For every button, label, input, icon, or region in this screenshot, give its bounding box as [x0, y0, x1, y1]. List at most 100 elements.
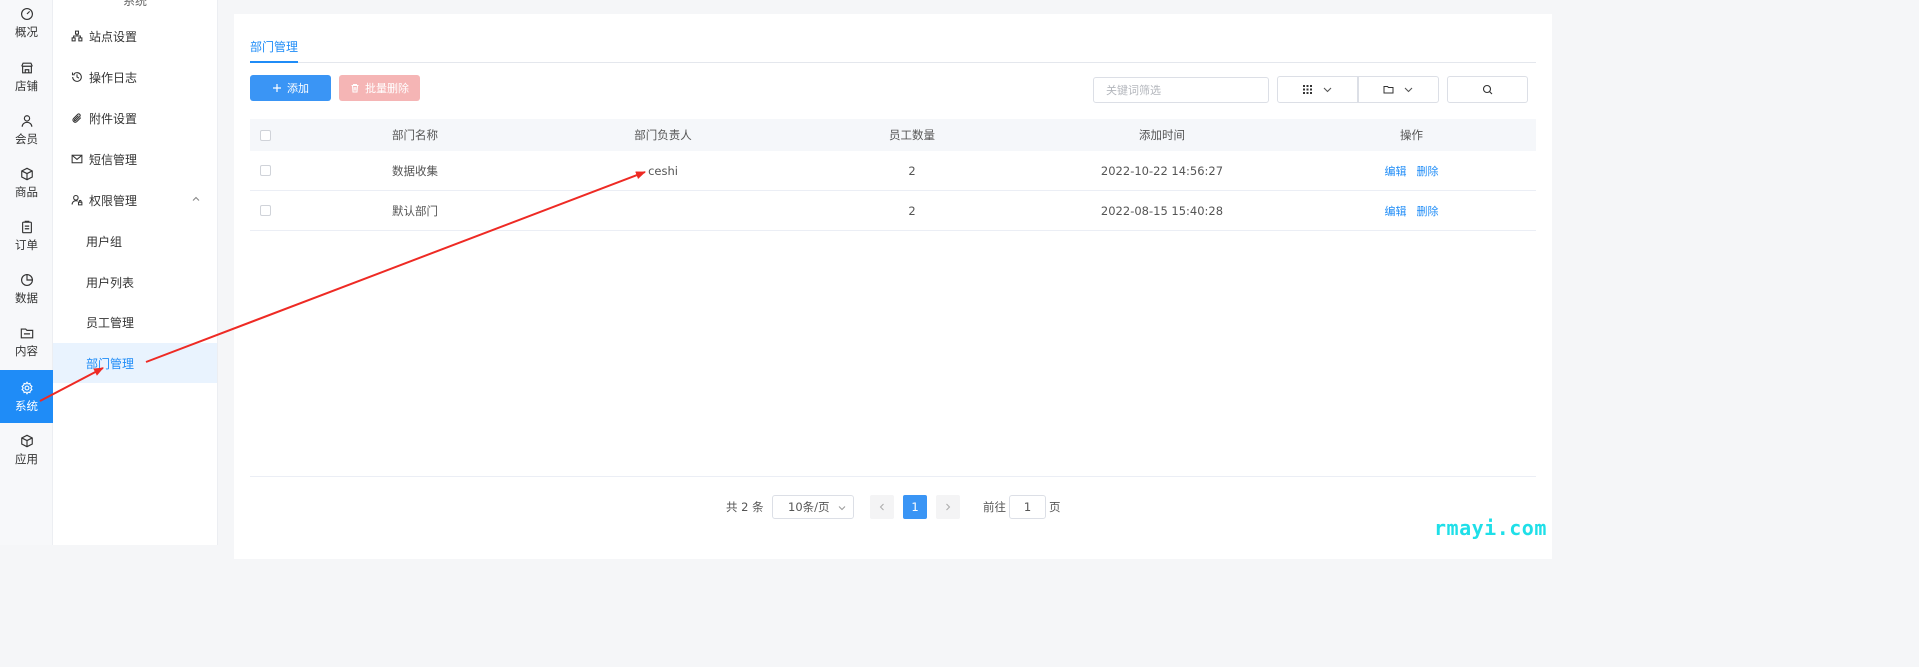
- delete-link[interactable]: 删除: [1417, 203, 1439, 219]
- edit-link[interactable]: 编辑: [1385, 163, 1407, 179]
- clipboard-icon: [21, 220, 32, 233]
- added-time-cell: 2022-08-15 15:40:28: [1100, 203, 1224, 218]
- row-checkbox-cell: [250, 151, 280, 190]
- tab-department-management[interactable]: 部门管理: [250, 38, 299, 63]
- page-size-select[interactable]: 10条/页: [772, 495, 854, 519]
- header-checkbox-cell: [250, 119, 280, 151]
- submenu-item-permission-management[interactable]: 权限管理: [53, 180, 217, 220]
- submenu-item-label: 附件设置: [89, 111, 138, 126]
- chevron-down-icon: [1404, 87, 1413, 93]
- row-checkbox-cell: [250, 191, 280, 230]
- row-checkbox[interactable]: [259, 205, 271, 216]
- box-icon: [20, 167, 33, 180]
- user-lock-icon: [71, 194, 83, 206]
- chevron-right-icon: [946, 503, 951, 511]
- folder-icon: [1383, 86, 1394, 94]
- search-button[interactable]: [1447, 76, 1528, 103]
- rail-item-label: 系统: [15, 398, 38, 413]
- add-button[interactable]: 添加: [250, 75, 331, 101]
- rail-item-label: 会员: [15, 131, 38, 146]
- grid-icon: [1303, 85, 1312, 94]
- export-button[interactable]: [1358, 76, 1439, 103]
- folder-icon: [20, 327, 33, 338]
- gear-icon: [20, 380, 33, 395]
- submenu-item-staff-management[interactable]: 员工管理: [53, 302, 217, 342]
- trash-icon: [351, 84, 359, 93]
- rail-item-label: 商品: [15, 184, 38, 199]
- submenu-item-operation-log[interactable]: 操作日志: [53, 57, 217, 97]
- table-row: 数据收集 ceshi 2 2022-10-22 14:56:27 编辑 删除: [250, 151, 1536, 191]
- column-header: 部门名称: [392, 128, 438, 142]
- column-toggle-button[interactable]: [1277, 76, 1358, 103]
- submenu-item-label: 操作日志: [89, 70, 138, 85]
- rail-item-label: 内容: [15, 343, 38, 358]
- rail-item-app[interactable]: 应用: [0, 423, 53, 476]
- batch-delete-label: 批量删除: [365, 82, 409, 95]
- select-all-checkbox[interactable]: [259, 129, 271, 141]
- pagination-total: 共 2 条: [726, 500, 764, 514]
- submenu-item-site-settings[interactable]: 站点设置: [53, 16, 217, 56]
- rail-item-system[interactable]: 系统: [0, 370, 53, 423]
- submenu-item-user-group[interactable]: 用户组: [53, 221, 217, 261]
- actions-cell: 编辑 删除: [1287, 151, 1536, 190]
- submenu-item-label: 用户列表: [86, 275, 135, 290]
- rail-item-content[interactable]: 内容: [0, 315, 53, 368]
- submenu-item-attachment-settings[interactable]: 附件设置: [53, 98, 217, 138]
- add-button-label: 添加: [287, 82, 309, 95]
- rail-item-order[interactable]: 订单: [0, 209, 53, 262]
- system-submenu: 系统 站点设置 操作日志 附件设置 短信管理 权限管理 用户组 用户列表 员工管…: [53, 0, 218, 545]
- staff-count-cell: 2: [908, 203, 916, 218]
- goto-prefix: 前往: [983, 500, 1006, 514]
- rail-item-label: 店铺: [15, 78, 38, 93]
- department-leader-cell: ceshi: [648, 163, 678, 178]
- search-icon: [1482, 84, 1493, 95]
- goto-page-input[interactable]: [1009, 495, 1046, 519]
- page-size-value: 10条/页: [788, 500, 830, 514]
- edit-link[interactable]: 编辑: [1385, 203, 1407, 219]
- batch-delete-button[interactable]: 批量删除: [339, 75, 420, 101]
- rail-item-member[interactable]: 会员: [0, 103, 53, 156]
- submenu-item-department-management[interactable]: 部门管理: [53, 343, 217, 383]
- submenu-item-label: 用户组: [86, 234, 123, 249]
- content-card: 部门管理 添加 批量删除 部门名称 部门负责人 员工数量 添加时间 操作 数据收: [234, 14, 1552, 559]
- rail-item-store[interactable]: 店铺: [0, 50, 53, 103]
- submenu-item-sms-management[interactable]: 短信管理: [53, 139, 217, 179]
- staff-count-cell: 2: [908, 163, 916, 178]
- column-header: 部门负责人: [634, 128, 692, 142]
- prev-page-button[interactable]: [870, 495, 894, 519]
- row-checkbox[interactable]: [259, 165, 271, 176]
- column-header: 添加时间: [1139, 128, 1185, 142]
- user-icon: [21, 114, 32, 127]
- chevron-up-icon: [192, 196, 200, 201]
- chevron-down-icon: [838, 506, 846, 511]
- main-nav-rail: 概况 店铺 会员 商品 订单 数据 内容 系统 应用: [0, 0, 53, 545]
- rail-item-overview[interactable]: 概况: [0, 0, 53, 49]
- department-table: 部门名称 部门负责人 员工数量 添加时间 操作 数据收集 ceshi 2 202…: [250, 119, 1536, 231]
- rail-item-label: 应用: [15, 451, 38, 466]
- page-number-button[interactable]: 1: [903, 495, 927, 519]
- table-header: 部门名称 部门负责人 员工数量 添加时间 操作: [250, 119, 1536, 151]
- rail-item-goods[interactable]: 商品: [0, 156, 53, 209]
- chevron-left-icon: [879, 503, 884, 511]
- submenu-item-label: 员工管理: [86, 315, 135, 330]
- rail-item-data[interactable]: 数据: [0, 262, 53, 315]
- table-row: 默认部门 2 2022-08-15 15:40:28 编辑 删除: [250, 191, 1536, 231]
- submenu-item-label: 部门管理: [86, 356, 135, 371]
- pie-chart-icon: [20, 273, 33, 286]
- chevron-down-icon: [1323, 87, 1332, 93]
- sitemap-icon: [71, 30, 83, 42]
- paperclip-icon: [72, 113, 82, 123]
- mail-icon: [71, 154, 83, 164]
- next-page-button[interactable]: [936, 495, 960, 519]
- column-header: 操作: [1400, 128, 1423, 142]
- submenu-item-label: 权限管理: [89, 193, 138, 208]
- rail-item-label: 订单: [15, 237, 38, 252]
- cube-icon: [20, 434, 33, 447]
- pagination-divider: [250, 476, 1536, 477]
- submenu-title: 系统: [123, 0, 148, 8]
- submenu-item-user-list[interactable]: 用户列表: [53, 262, 217, 302]
- gauge-icon: [20, 7, 33, 20]
- delete-link[interactable]: 删除: [1417, 163, 1439, 179]
- keyword-filter-input[interactable]: [1093, 77, 1269, 103]
- submenu-item-label: 站点设置: [89, 29, 138, 44]
